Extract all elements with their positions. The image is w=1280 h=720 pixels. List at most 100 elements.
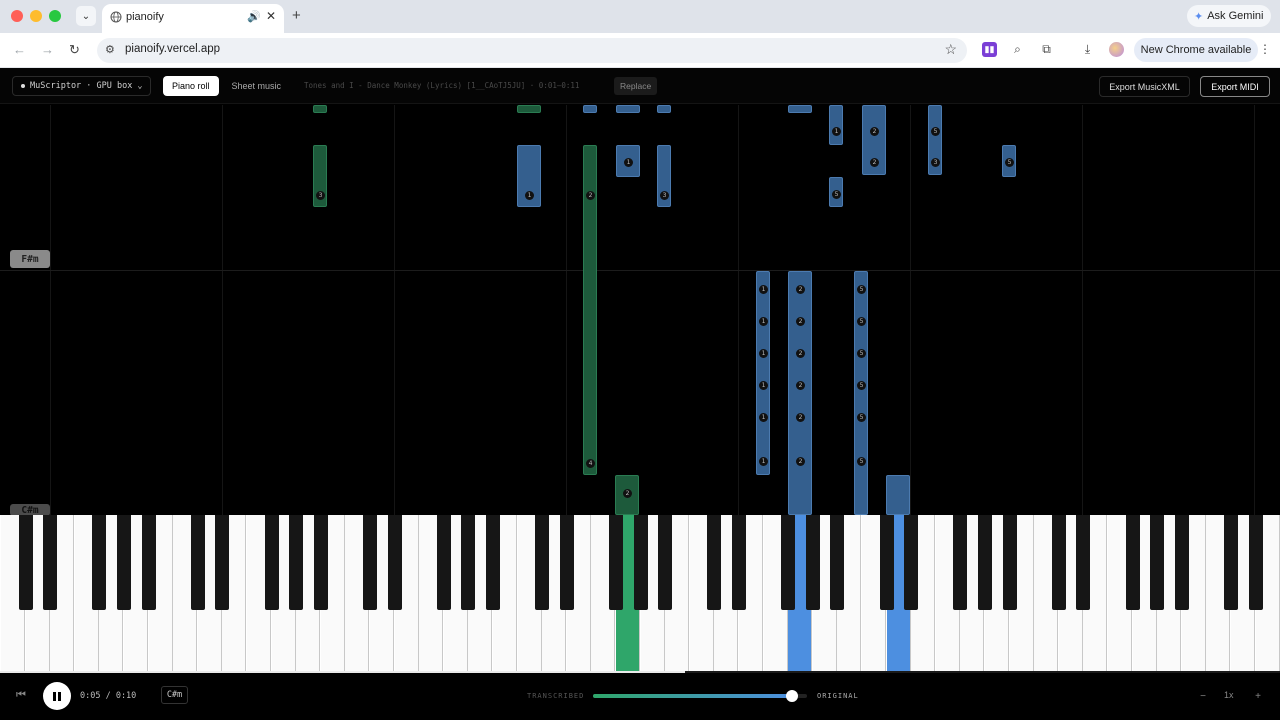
black-key[interactable] bbox=[535, 515, 550, 610]
black-key[interactable] bbox=[92, 515, 107, 610]
black-key[interactable] bbox=[18, 515, 33, 610]
export-musicxml-button[interactable]: Export MusicXML bbox=[1099, 76, 1190, 97]
black-key[interactable] bbox=[387, 515, 402, 610]
black-key[interactable] bbox=[559, 515, 574, 610]
note-block[interactable] bbox=[616, 105, 640, 113]
note-block[interactable] bbox=[788, 105, 812, 113]
note-block[interactable]: 3 bbox=[657, 145, 671, 207]
black-key[interactable] bbox=[658, 515, 673, 610]
note-block[interactable]: 5 bbox=[1002, 145, 1016, 177]
note-block[interactable]: 5 5 5 5 5 5 bbox=[854, 271, 868, 515]
download-icon[interactable]: ⤓ bbox=[1080, 42, 1095, 57]
fingering-badge: 3 bbox=[931, 158, 940, 167]
black-key[interactable] bbox=[117, 515, 131, 610]
black-key[interactable] bbox=[953, 515, 968, 610]
tab-search-chevron-icon[interactable]: ⌄ bbox=[76, 6, 96, 26]
tab-sheet-music[interactable]: Sheet music bbox=[223, 76, 291, 96]
black-key[interactable] bbox=[1051, 515, 1066, 610]
black-key[interactable] bbox=[1150, 515, 1165, 610]
black-key[interactable] bbox=[1125, 515, 1140, 610]
pause-button[interactable] bbox=[43, 682, 71, 710]
replace-button[interactable]: Replace bbox=[614, 77, 658, 95]
black-key[interactable] bbox=[1002, 515, 1017, 610]
note-block[interactable]: 1 1 1 1 1 1 bbox=[756, 271, 770, 475]
zoom-in-button[interactable]: + bbox=[1248, 687, 1268, 705]
key-badge[interactable]: C#m bbox=[161, 686, 188, 704]
black-key[interactable] bbox=[1224, 515, 1238, 610]
note-block[interactable]: 24 bbox=[583, 145, 597, 475]
new-tab-plus-icon[interactable]: + bbox=[292, 7, 301, 24]
note-block[interactable] bbox=[657, 105, 671, 113]
back-arrow-icon[interactable]: ← bbox=[13, 42, 26, 57]
profile-avatar[interactable] bbox=[1109, 42, 1124, 57]
black-key[interactable] bbox=[805, 515, 820, 610]
black-key[interactable] bbox=[732, 515, 746, 610]
black-key[interactable] bbox=[141, 515, 156, 610]
black-key[interactable] bbox=[609, 515, 623, 610]
note-block[interactable] bbox=[583, 105, 597, 113]
black-key[interactable] bbox=[43, 515, 58, 610]
note-block[interactable]: 53 bbox=[928, 105, 942, 175]
mix-slider-thumb[interactable] bbox=[786, 690, 799, 702]
note-block[interactable] bbox=[517, 105, 541, 113]
note-block[interactable]: 1 bbox=[517, 145, 541, 207]
bookmark-star-icon[interactable]: ☆ bbox=[944, 41, 957, 58]
window-close-button[interactable] bbox=[11, 10, 23, 22]
black-key[interactable] bbox=[289, 515, 304, 610]
black-key[interactable] bbox=[190, 515, 205, 610]
speaker-icon[interactable]: 🔊 bbox=[247, 10, 261, 23]
note-block[interactable]: 2 bbox=[615, 475, 639, 515]
note-block[interactable] bbox=[886, 475, 910, 515]
fingering-badge: 5 bbox=[857, 381, 866, 390]
skip-back-icon[interactable]: ⏮ bbox=[16, 689, 26, 702]
black-key[interactable] bbox=[436, 515, 451, 610]
black-key[interactable] bbox=[904, 515, 919, 610]
note-block[interactable]: 1 bbox=[829, 105, 843, 145]
puzzle-extensions-icon[interactable]: ⧉ bbox=[1039, 42, 1054, 57]
black-key[interactable] bbox=[264, 515, 279, 610]
browser-tab[interactable]: pianoify 🔊 ✕ bbox=[102, 4, 284, 33]
black-key[interactable] bbox=[313, 515, 328, 610]
omnibox[interactable]: ⚙ pianoify.vercel.app ☆ bbox=[97, 38, 967, 63]
new-chrome-available-button[interactable]: New Chrome available bbox=[1134, 38, 1258, 62]
note-block[interactable]: 22 bbox=[862, 105, 886, 175]
browser-menu-kebab-icon[interactable]: ⋮ bbox=[1259, 42, 1271, 56]
black-key[interactable] bbox=[978, 515, 992, 610]
black-key[interactable] bbox=[879, 515, 894, 610]
playback-speed[interactable]: 1x bbox=[1224, 690, 1234, 700]
model-selector[interactable]: MuScriptor · GPU box ⌄ bbox=[12, 76, 152, 96]
black-key[interactable] bbox=[1174, 515, 1189, 610]
note-block[interactable]: 2 2 2 2 2 2 bbox=[788, 271, 812, 515]
black-key[interactable] bbox=[363, 515, 377, 610]
window-minimize-button[interactable] bbox=[30, 10, 42, 22]
search-extension-icon[interactable]: ⌕ bbox=[1010, 42, 1025, 57]
note-block[interactable]: 1 bbox=[616, 145, 640, 177]
waveform-extension-icon[interactable]: ▮▮ bbox=[982, 42, 997, 57]
zoom-out-button[interactable]: − bbox=[1193, 687, 1213, 705]
black-key[interactable] bbox=[633, 515, 648, 610]
note-block[interactable]: 5 bbox=[829, 177, 843, 207]
reload-icon[interactable]: ↻ bbox=[69, 42, 80, 58]
black-key[interactable] bbox=[461, 515, 476, 610]
black-key[interactable] bbox=[707, 515, 722, 610]
black-key[interactable] bbox=[1076, 515, 1091, 610]
export-midi-button[interactable]: Export MIDI bbox=[1200, 76, 1270, 97]
black-key[interactable] bbox=[486, 515, 500, 610]
black-key[interactable] bbox=[830, 515, 845, 610]
piano-keyboard[interactable] bbox=[0, 515, 1280, 671]
fingering-badge: 3 bbox=[660, 191, 669, 200]
black-key[interactable] bbox=[781, 515, 796, 610]
site-settings-icon[interactable]: ⚙ bbox=[105, 43, 115, 56]
url-text[interactable]: pianoify.vercel.app bbox=[125, 43, 220, 55]
forward-arrow-icon[interactable]: → bbox=[41, 42, 54, 57]
tab-piano-roll[interactable]: Piano roll bbox=[163, 76, 219, 96]
note-block[interactable]: 3 bbox=[313, 145, 327, 207]
window-maximize-button[interactable] bbox=[49, 10, 61, 22]
piano-roll[interactable]: F#m C#m 31241321225355111111222222555555 bbox=[0, 105, 1280, 515]
black-key[interactable] bbox=[215, 515, 230, 610]
black-key[interactable] bbox=[1248, 515, 1263, 610]
note-block[interactable] bbox=[313, 105, 327, 113]
tab-close-icon[interactable]: ✕ bbox=[266, 9, 276, 23]
mix-slider[interactable] bbox=[593, 690, 807, 702]
ask-gemini-button[interactable]: ✦ Ask Gemini bbox=[1187, 5, 1271, 27]
